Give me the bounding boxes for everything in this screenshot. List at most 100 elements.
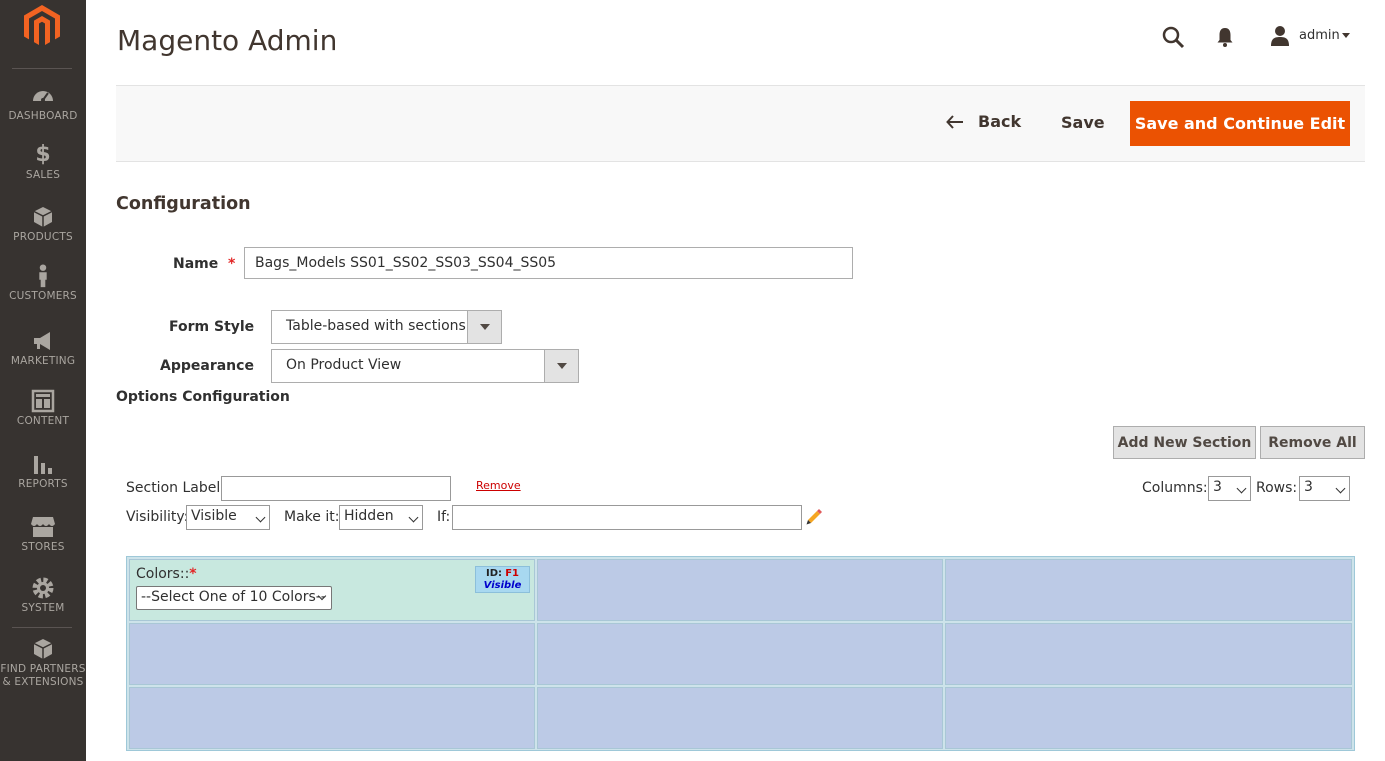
chevron-down-icon [1335, 483, 1346, 494]
dollar-icon: $ [35, 142, 51, 167]
sidebar-item-label: CUSTOMERS [9, 290, 77, 302]
back-button[interactable]: Back [946, 112, 1021, 131]
grid-cell-2-2[interactable] [537, 623, 943, 685]
person-icon [39, 264, 47, 288]
form-style-select[interactable]: Table-based with sections [271, 310, 502, 344]
colors-label-text: Colors:: [136, 566, 190, 582]
sidebar-item-sales[interactable]: $ SALES [0, 143, 86, 182]
required-mark: * [189, 566, 197, 582]
add-new-section-button[interactable]: Add New Section [1113, 426, 1256, 459]
sidebar-item-reports[interactable]: REPORTS [0, 452, 86, 491]
layout-icon [31, 389, 55, 413]
sidebar-item-marketing[interactable]: MARKETING [0, 329, 86, 368]
options-configuration-title: Options Configuration [116, 389, 290, 405]
visibility-select[interactable]: Visible [186, 505, 270, 530]
gear-icon [32, 577, 54, 599]
make-it-label: Make it: [284, 509, 340, 525]
admin-username[interactable]: admin [1299, 28, 1340, 43]
rows-label: Rows: [1256, 480, 1298, 496]
colors-select-value: --Select One of 10 Colors-- [141, 589, 326, 605]
sidebar-label-line1: FIND PARTNERS [0, 663, 86, 675]
field-id-badge[interactable]: ID: F1 Visible [475, 566, 530, 593]
save-continue-button[interactable]: Save and Continue Edit [1130, 101, 1350, 146]
megaphone-icon [34, 332, 50, 350]
form-style-label: Form Style [169, 319, 255, 335]
user-icon[interactable] [1270, 25, 1290, 47]
grid-cell-3-1[interactable] [129, 687, 535, 749]
make-it-select[interactable]: Hidden [339, 505, 423, 530]
configuration-title: Configuration [116, 194, 251, 214]
bell-icon[interactable] [1215, 27, 1235, 47]
sidebar-label-line2: & EXTENSIONS [2, 676, 84, 688]
sidebar-item-label: REPORTS [18, 478, 68, 490]
grid-cell-1-2[interactable] [537, 559, 943, 621]
sidebar-item-label: PRODUCTS [13, 231, 73, 243]
sidebar-item-label: SYSTEM [21, 602, 65, 614]
form-style-value: Table-based with sections [286, 318, 466, 334]
sidebar-divider [12, 627, 72, 628]
sidebar-item-system[interactable]: SYSTEM [0, 576, 86, 615]
sidebar-item-products[interactable]: PRODUCTS [0, 205, 86, 244]
columns-value: 3 [1213, 479, 1222, 495]
section-label-text: Section Label: [126, 480, 225, 496]
sidebar-item-label: MARKETING [10, 355, 76, 367]
caret-down-icon[interactable] [1342, 33, 1350, 38]
id-key: ID: [485, 568, 503, 579]
sidebar-item-customers[interactable]: CUSTOMERS [0, 264, 86, 303]
options-grid: Colors::* --Select One of 10 Colors-- ID… [126, 556, 1355, 751]
remove-section-link[interactable]: Remove [476, 479, 521, 492]
name-label: Name * [173, 256, 235, 272]
grid-cell-3-2[interactable] [537, 687, 943, 749]
grid-cell-1-3[interactable] [945, 559, 1352, 621]
storefront-icon [31, 517, 55, 537]
chevron-down-icon [408, 512, 419, 523]
columns-label: Columns: [1142, 480, 1208, 496]
if-label: If: [437, 509, 451, 525]
pencil-icon[interactable] [805, 508, 823, 526]
sidebar-divider [12, 68, 72, 69]
box-icon [33, 207, 53, 227]
sidebar-item-label: SALES [25, 169, 61, 181]
rows-select[interactable]: 3 [1299, 476, 1350, 501]
bar-chart-icon [34, 456, 52, 474]
rows-value: 3 [1304, 479, 1313, 495]
name-input[interactable]: Bags_Models SS01_SS02_SS03_SS04_SS05 [244, 247, 853, 279]
colors-field-label: Colors::* [136, 566, 197, 582]
grid-cell-3-3[interactable] [945, 687, 1352, 749]
appearance-select[interactable]: On Product View [271, 349, 579, 383]
appearance-value: On Product View [286, 357, 402, 373]
page-actions-bar: Back Save Save and Continue Edit [116, 85, 1365, 162]
make-it-value: Hidden [344, 508, 394, 524]
sidebar-item-dashboard[interactable]: DASHBOARD [0, 84, 86, 123]
chevron-down-icon[interactable] [467, 311, 501, 343]
partners-box-icon [33, 639, 53, 659]
colors-select[interactable]: --Select One of 10 Colors-- [136, 586, 332, 610]
grid-cell-2-3[interactable] [945, 623, 1352, 685]
remove-all-button[interactable]: Remove All [1260, 426, 1365, 459]
grid-cell-1-1[interactable]: Colors::* --Select One of 10 Colors-- ID… [129, 559, 535, 621]
section-label-input[interactable] [221, 476, 451, 501]
sidebar-item-content[interactable]: CONTENT [0, 389, 86, 428]
required-mark: * [228, 256, 236, 272]
id-value: F1 [505, 568, 519, 579]
grid-cell-2-1[interactable] [129, 623, 535, 685]
columns-select[interactable]: 3 [1208, 476, 1251, 501]
sidebar-item-label: FIND PARTNERS & EXTENSIONS [0, 663, 86, 689]
sidebar-item-label: DASHBOARD [8, 110, 78, 122]
chevron-down-icon[interactable] [544, 350, 578, 382]
save-button[interactable]: Save [1061, 113, 1105, 132]
visibility-flag: Visible [483, 580, 522, 591]
search-icon[interactable] [1161, 25, 1185, 49]
arrow-left-icon [946, 114, 963, 129]
appearance-label: Appearance [160, 358, 254, 374]
name-label-text: Name [173, 256, 219, 272]
sidebar-item-partners[interactable]: FIND PARTNERS & EXTENSIONS [0, 637, 86, 689]
visibility-label: Visibility: [126, 509, 189, 525]
sidebar-item-stores[interactable]: STORES [0, 515, 86, 554]
magento-logo-icon[interactable] [24, 5, 60, 47]
back-button-label: Back [978, 112, 1022, 131]
admin-sidebar: DASHBOARD $ SALES PRODUCTS CUSTOMERS MAR… [0, 0, 86, 761]
if-condition-input[interactable] [452, 505, 802, 530]
visibility-value: Visible [191, 508, 237, 524]
sidebar-item-label: STORES [21, 541, 65, 553]
